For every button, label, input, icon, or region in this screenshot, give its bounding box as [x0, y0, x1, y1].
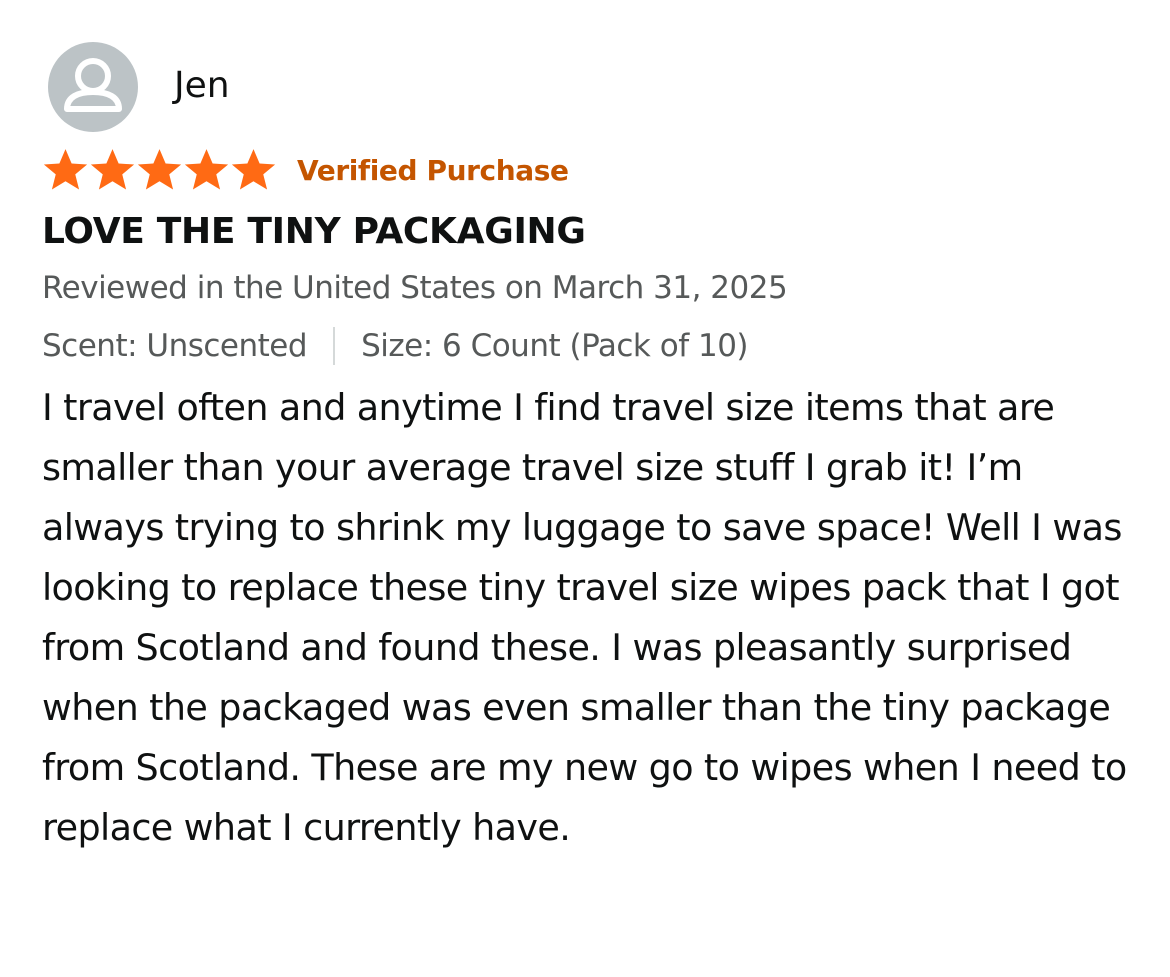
- review-card: Jen Verified Purchase LOVE THE TINY PACK…: [42, 40, 1142, 858]
- reviewer-profile[interactable]: Jen: [42, 40, 1142, 134]
- product-variant[interactable]: Scent: Unscented Size: 6 Count (Pack of …: [42, 326, 1142, 366]
- verified-purchase-badge: Verified Purchase: [297, 153, 569, 187]
- user-silhouette-icon: [64, 58, 122, 112]
- star-filled-icon: [137, 149, 182, 190]
- review-title: LOVE THE TINY PACKAGING: [42, 211, 586, 252]
- avatar[interactable]: [48, 42, 138, 132]
- star-filled-icon: [231, 149, 276, 190]
- reviewer-name[interactable]: Jen: [174, 65, 230, 106]
- star-filled-icon: [43, 149, 88, 190]
- variant-scent: Scent: Unscented: [42, 328, 308, 364]
- review-date: Reviewed in the United States on March 3…: [42, 270, 788, 306]
- star-filled-icon: [184, 149, 229, 190]
- rating-row: Verified Purchase: [42, 146, 1142, 194]
- variant-size: Size: 6 Count (Pack of 10): [361, 328, 749, 364]
- variant-divider: [333, 327, 336, 365]
- star-filled-icon: [90, 149, 135, 190]
- review-body: I travel often and anytime I find travel…: [42, 386, 1127, 849]
- star-rating[interactable]: [42, 148, 277, 192]
